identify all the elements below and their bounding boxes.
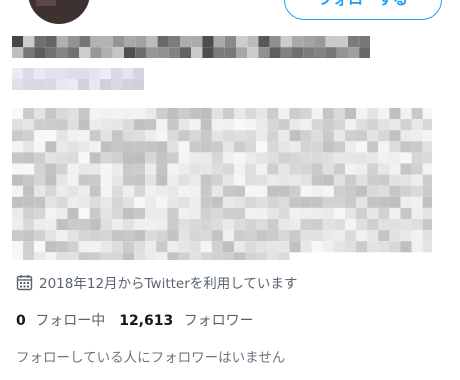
pixelated-display-name — [12, 36, 370, 58]
following-label: フォロー中 — [35, 313, 106, 329]
follow-button[interactable]: フォローする — [284, 0, 442, 20]
mutual-followers-note: フォローしている人にフォロワーはいません — [16, 350, 286, 366]
following-link[interactable]: 0 フォロー中 — [16, 310, 105, 330]
calendar-icon — [16, 274, 33, 290]
follow-stats-row: 0 フォロー中 12,613 フォロワー — [16, 310, 254, 330]
followers-link[interactable]: 12,613 フォロワー — [119, 310, 253, 330]
following-count: 0 — [16, 313, 26, 329]
pixelated-bio — [12, 108, 432, 260]
joined-date-text: 2018年12月からTwitterを利用しています — [39, 276, 298, 292]
avatar[interactable] — [28, 0, 90, 24]
joined-date-row: 2018年12月からTwitterを利用しています — [16, 272, 297, 292]
followers-count: 12,613 — [119, 313, 174, 329]
pixelated-handle — [12, 68, 144, 90]
followers-label: フォロワー — [183, 313, 254, 329]
